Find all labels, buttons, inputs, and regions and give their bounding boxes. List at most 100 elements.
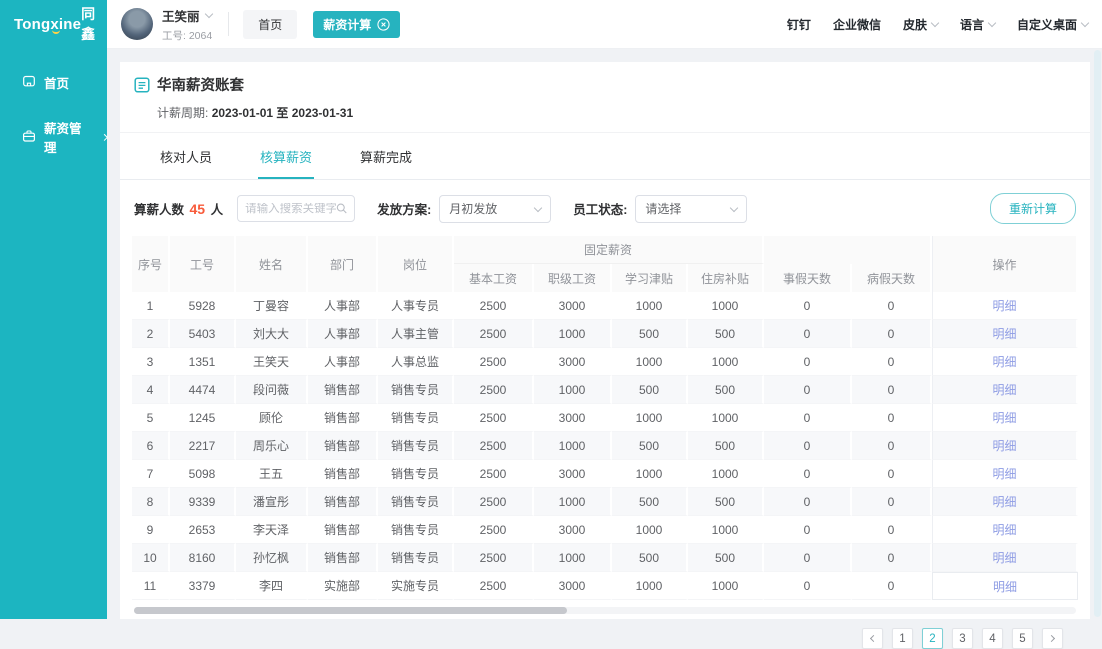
- page-title: 华南薪资账套: [157, 74, 244, 95]
- search-icon[interactable]: [336, 202, 348, 215]
- topbar-menu-skin[interactable]: 皮肤: [903, 16, 938, 33]
- col-header-sick-leave: 病假天数: [852, 264, 932, 292]
- recalculate-button[interactable]: 重新计算: [990, 193, 1076, 224]
- user-avatar[interactable]: [121, 8, 153, 40]
- pagination-page-1[interactable]: 1: [892, 628, 913, 649]
- cell-sick-leave: 0: [852, 432, 932, 460]
- sidebar-item-home[interactable]: 首页: [0, 60, 107, 105]
- staff-count-number: 45: [188, 201, 208, 217]
- cell-name: 刘大大: [236, 320, 308, 348]
- cell-no: 4: [132, 376, 170, 404]
- plan-label: 发放方案:: [377, 199, 431, 218]
- pagination-page-2[interactable]: 2: [922, 628, 943, 649]
- table-row: 15928丁曼容人事部人事专员250030001000100000明细: [132, 292, 1078, 320]
- brand-logo-en: Tongxine: [14, 16, 81, 33]
- cell-base: 2500: [454, 376, 534, 404]
- horizontal-scrollbar-track[interactable]: [134, 607, 1076, 614]
- pagination-page-4[interactable]: 4: [982, 628, 1003, 649]
- vertical-scrollbar[interactable]: [1094, 50, 1101, 617]
- cell-post: 销售专员: [378, 544, 454, 572]
- chevron-down-icon: [1081, 18, 1089, 26]
- cell-personal-leave: 0: [764, 432, 852, 460]
- detail-link[interactable]: 明细: [993, 551, 1017, 565]
- sidebar-item-label: 薪资管理: [44, 118, 90, 156]
- main-content: 华南薪资账套 计薪周期: 2023-01-01 至 2023-01-31 核对人…: [107, 48, 1102, 619]
- col-header-dept: 部门: [308, 236, 378, 292]
- plan-select-value: 月初发放: [449, 200, 497, 217]
- tab-calc-salary[interactable]: 核算薪资: [258, 133, 314, 179]
- pagination-page-5[interactable]: 5: [1012, 628, 1033, 649]
- cell-grade: 1000: [534, 320, 612, 348]
- cell-action: 明细: [932, 292, 1078, 320]
- cell-study: 1000: [612, 572, 688, 600]
- employee-id: 工号: 2064: [162, 28, 212, 43]
- pagination-prev-button[interactable]: [862, 628, 883, 649]
- cell-personal-leave: 0: [764, 460, 852, 488]
- cell-sick-leave: 0: [852, 348, 932, 376]
- cell-no: 6: [132, 432, 170, 460]
- horizontal-scrollbar-thumb[interactable]: [134, 607, 567, 614]
- status-select[interactable]: 请选择: [635, 195, 747, 223]
- cell-no: 8: [132, 488, 170, 516]
- topbar-menu-custom-desktop[interactable]: 自定义桌面: [1017, 16, 1088, 33]
- sidebar-item-label: 首页: [44, 73, 69, 92]
- cell-house: 1000: [688, 404, 764, 432]
- table-row: 62217周乐心销售部销售专员2500100050050000明细: [132, 432, 1078, 460]
- nav-chip-salary-calc[interactable]: 薪资计算: [313, 11, 400, 38]
- cell-house: 1000: [688, 292, 764, 320]
- cell-id: 5403: [170, 320, 236, 348]
- detail-link[interactable]: 明细: [993, 523, 1017, 537]
- cell-name: 顾伦: [236, 404, 308, 432]
- nav-chip-home[interactable]: 首页: [243, 10, 297, 39]
- table-row: 75098王五销售部销售专员250030001000100000明细: [132, 460, 1078, 488]
- topbar-menu-label: 皮肤: [903, 16, 927, 33]
- detail-link[interactable]: 明细: [993, 327, 1017, 341]
- cell-sick-leave: 0: [852, 320, 932, 348]
- plan-select[interactable]: 月初发放: [439, 195, 551, 223]
- pay-period: 计薪周期: 2023-01-01 至 2023-01-31: [157, 104, 1074, 121]
- search-input-wrapper: [237, 195, 355, 222]
- pagination-page-3[interactable]: 3: [952, 628, 973, 649]
- cell-base: 2500: [454, 348, 534, 376]
- chevron-down-icon: [730, 203, 738, 211]
- table-row: 89339潘宣彤销售部销售专员2500100050050000明细: [132, 488, 1078, 516]
- topbar-menu-dingtalk[interactable]: 钉钉: [787, 16, 811, 33]
- topbar-menu-wecom[interactable]: 企业微信: [833, 16, 881, 33]
- cell-base: 2500: [454, 432, 534, 460]
- tab-calc-done[interactable]: 算薪完成: [358, 133, 414, 179]
- cell-study: 500: [612, 432, 688, 460]
- detail-link[interactable]: 明细: [993, 411, 1017, 425]
- sidebar-menu: 首页薪资管理: [0, 60, 107, 169]
- search-input[interactable]: [245, 203, 335, 215]
- detail-link[interactable]: 明细: [993, 299, 1017, 313]
- table-row: 25403刘大大人事部人事主管2500100050050000明细: [132, 320, 1078, 348]
- salary-table: 序号 工号 姓名 部门 岗位 固定薪资 操作 基本工资 职级工资 学习津贴 住房…: [132, 236, 1078, 600]
- cell-grade: 3000: [534, 292, 612, 320]
- col-header-study-allowance: 学习津贴: [612, 264, 688, 292]
- topbar-menu-language[interactable]: 语言: [960, 16, 995, 33]
- status-label: 员工状态:: [573, 199, 627, 218]
- cell-house: 500: [688, 320, 764, 348]
- cell-grade: 1000: [534, 432, 612, 460]
- chevron-down-icon[interactable]: [204, 9, 212, 17]
- detail-link[interactable]: 明细: [993, 495, 1017, 509]
- cell-sick-leave: 0: [852, 544, 932, 572]
- col-header-action: 操作: [932, 236, 1078, 292]
- cell-base: 2500: [454, 544, 534, 572]
- staff-count: 算薪人数 45 人: [134, 199, 223, 218]
- sidebar-item-salary-management[interactable]: 薪资管理: [0, 105, 107, 169]
- detail-link[interactable]: 明细: [993, 580, 1017, 594]
- close-icon[interactable]: [377, 18, 390, 31]
- cell-post: 人事总监: [378, 348, 454, 376]
- cell-study: 1000: [612, 516, 688, 544]
- cell-base: 2500: [454, 320, 534, 348]
- pagination-next-button[interactable]: [1042, 628, 1063, 649]
- tab-check-staff[interactable]: 核对人员: [158, 133, 214, 179]
- detail-link[interactable]: 明细: [993, 355, 1017, 369]
- detail-link[interactable]: 明细: [993, 467, 1017, 481]
- detail-link[interactable]: 明细: [993, 439, 1017, 453]
- detail-link[interactable]: 明细: [993, 383, 1017, 397]
- cell-action: 明细: [932, 544, 1078, 572]
- table-row: 92653李天泽销售部销售专员250030001000100000明细: [132, 516, 1078, 544]
- cell-name: 王笑天: [236, 348, 308, 376]
